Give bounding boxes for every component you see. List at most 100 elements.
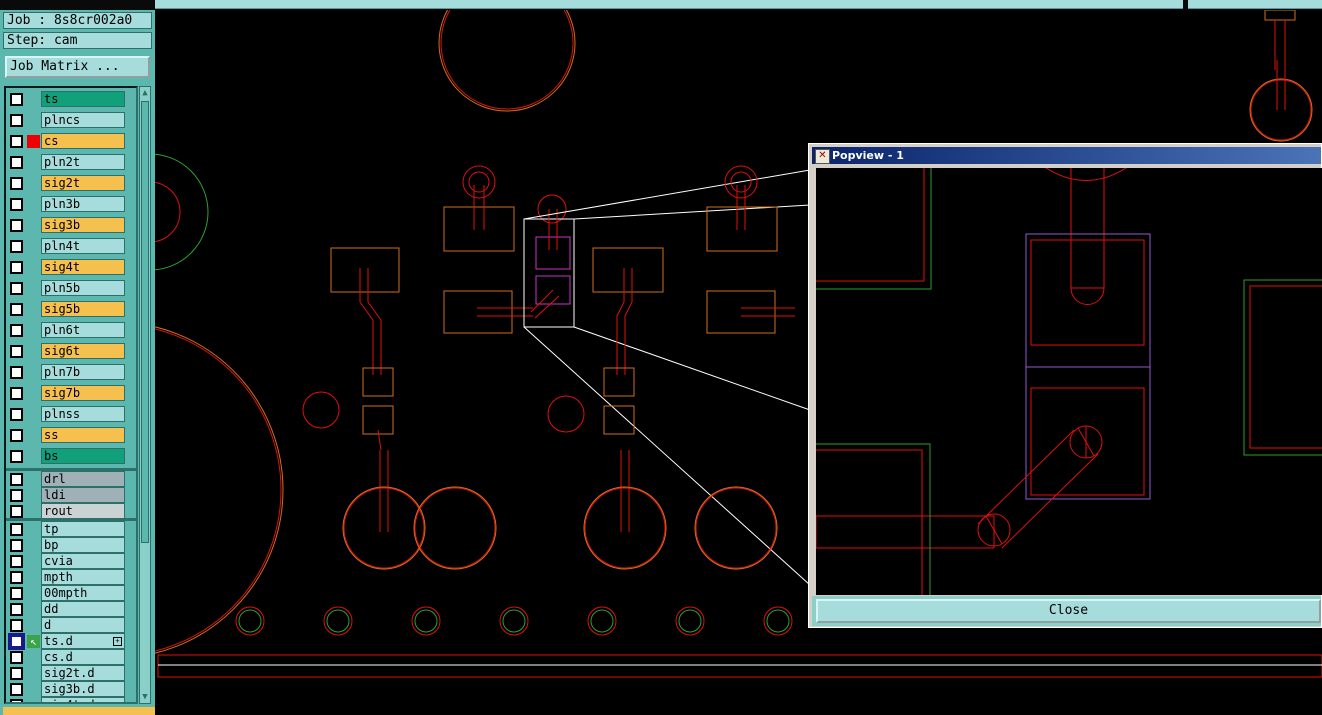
layer-options-icon[interactable]: +	[113, 637, 122, 646]
layer-row[interactable]: drl	[6, 471, 136, 487]
window-menu-icon[interactable]: ✕	[815, 149, 830, 164]
layer-row[interactable]: ↖ ts.d +	[6, 633, 136, 649]
layer-row[interactable]: plncs	[6, 112, 136, 128]
layer-checkbox[interactable]	[10, 555, 23, 568]
layer-row[interactable]: sig4t.d	[6, 697, 136, 702]
popview-zoom-view[interactable]	[816, 168, 1322, 595]
layer-row[interactable]: cvia	[6, 553, 136, 569]
layer-checkbox[interactable]	[10, 156, 23, 169]
layer-name[interactable]: dd	[41, 601, 125, 617]
layer-name[interactable]: drl	[41, 471, 125, 487]
layer-checkbox[interactable]	[10, 303, 23, 316]
layer-row[interactable]: ldi	[6, 487, 136, 503]
layer-checkbox[interactable]	[10, 366, 23, 379]
layer-checkbox[interactable]	[10, 699, 23, 702]
layer-checkbox[interactable]	[10, 324, 23, 337]
layer-name[interactable]: pln6t	[41, 322, 125, 338]
layer-checkbox[interactable]	[10, 473, 23, 486]
layer-row[interactable]: sig4t	[6, 259, 136, 275]
layer-name[interactable]: sig7b	[41, 385, 125, 401]
layer-row[interactable]: sig6t	[6, 343, 136, 359]
layer-row[interactable]: pln7b	[6, 364, 136, 380]
popview-titlebar[interactable]: ✕ Popview - 1	[812, 147, 1321, 164]
layer-row[interactable]: rout	[6, 503, 136, 519]
layer-checkbox[interactable]	[10, 505, 23, 518]
layer-row[interactable]: pln2t	[6, 154, 136, 170]
layer-row[interactable]: ts	[6, 91, 136, 107]
layer-checkbox[interactable]	[10, 198, 23, 211]
layer-checkbox[interactable]	[10, 240, 23, 253]
layer-name[interactable]: sig3b	[41, 217, 125, 233]
layer-name[interactable]: tp	[41, 521, 125, 537]
layer-row[interactable]: sig3b	[6, 217, 136, 233]
layer-row[interactable]: pln5b	[6, 280, 136, 296]
layer-row[interactable]: bp	[6, 537, 136, 553]
layer-checkbox[interactable]	[10, 683, 23, 696]
layer-row[interactable]: pln4t	[6, 238, 136, 254]
layer-checkbox[interactable]	[10, 539, 23, 552]
layer-row[interactable]: sig7b	[6, 385, 136, 401]
layer-row[interactable]: d	[6, 617, 136, 633]
layer-name[interactable]: bs	[41, 448, 125, 464]
layer-checkbox[interactable]	[10, 635, 23, 648]
layer-row[interactable]: 00mpth	[6, 585, 136, 601]
layer-row[interactable]: sig2t.d	[6, 665, 136, 681]
command-field[interactable]	[155, 0, 1183, 9]
scroll-up-arrow-icon[interactable]: ▲	[140, 87, 150, 99]
layer-row[interactable]: pln3b	[6, 196, 136, 212]
layer-checkbox[interactable]	[10, 114, 23, 127]
scroll-down-arrow-icon[interactable]: ▼	[140, 691, 150, 703]
layer-checkbox[interactable]	[10, 619, 23, 632]
layer-list-scrollbar[interactable]: ▲ ▼	[139, 86, 151, 704]
layer-name[interactable]: bp	[41, 537, 125, 553]
scroll-thumb[interactable]	[141, 101, 149, 543]
layer-checkbox[interactable]	[10, 603, 23, 616]
layer-checkbox[interactable]	[10, 571, 23, 584]
layer-name[interactable]: mpth	[41, 569, 125, 585]
layer-checkbox[interactable]	[10, 93, 23, 106]
layer-name[interactable]: sig3b.d	[41, 681, 125, 697]
layer-checkbox[interactable]	[10, 450, 23, 463]
layer-name[interactable]: rout	[41, 503, 125, 519]
layer-name[interactable]: d	[41, 617, 125, 633]
layer-name[interactable]: sig4t	[41, 259, 125, 275]
layer-row[interactable]: tp	[6, 521, 136, 537]
layer-checkbox[interactable]	[10, 261, 23, 274]
layer-name[interactable]: pln3b	[41, 196, 125, 212]
layer-checkbox[interactable]	[10, 387, 23, 400]
layer-name[interactable]: ts	[41, 91, 125, 107]
close-button[interactable]: Close	[816, 599, 1321, 623]
layer-row[interactable]: plnss	[6, 406, 136, 422]
layer-row[interactable]: sig5b	[6, 301, 136, 317]
layer-name[interactable]: pln4t	[41, 238, 125, 254]
layer-name[interactable]: sig4t.d	[41, 697, 125, 702]
layer-checkbox[interactable]	[10, 177, 23, 190]
layer-checkbox[interactable]	[10, 219, 23, 232]
layer-row[interactable]: sig2t	[6, 175, 136, 191]
layer-row[interactable]: pln6t	[6, 322, 136, 338]
layer-name[interactable]: cvia	[41, 553, 125, 569]
layer-row[interactable]: sig3b.d	[6, 681, 136, 697]
layer-name[interactable]: sig2t.d	[41, 665, 125, 681]
layer-row[interactable]: cs	[6, 133, 136, 149]
layer-row[interactable]: bs	[6, 448, 136, 464]
layer-name[interactable]: sig5b	[41, 301, 125, 317]
layer-name[interactable]: cs.d	[41, 649, 125, 665]
layer-checkbox[interactable]	[10, 408, 23, 421]
layer-name[interactable]: sig2t	[41, 175, 125, 191]
layer-name[interactable]: plnss	[41, 406, 125, 422]
layer-name[interactable]: pln7b	[41, 364, 125, 380]
layer-checkbox[interactable]	[10, 429, 23, 442]
layer-name[interactable]: pln5b	[41, 280, 125, 296]
layer-checkbox[interactable]	[10, 587, 23, 600]
layer-name[interactable]: pln2t	[41, 154, 125, 170]
layer-checkbox[interactable]	[10, 667, 23, 680]
layer-row[interactable]: cs.d	[6, 649, 136, 665]
layer-name[interactable]: sig6t	[41, 343, 125, 359]
layer-name[interactable]: ss	[41, 427, 125, 443]
layer-name[interactable]: ts.d +	[41, 633, 125, 649]
layer-name[interactable]: plncs	[41, 112, 125, 128]
layer-name[interactable]: cs	[41, 133, 125, 149]
layer-checkbox[interactable]	[10, 135, 23, 148]
layer-row[interactable]: dd	[6, 601, 136, 617]
